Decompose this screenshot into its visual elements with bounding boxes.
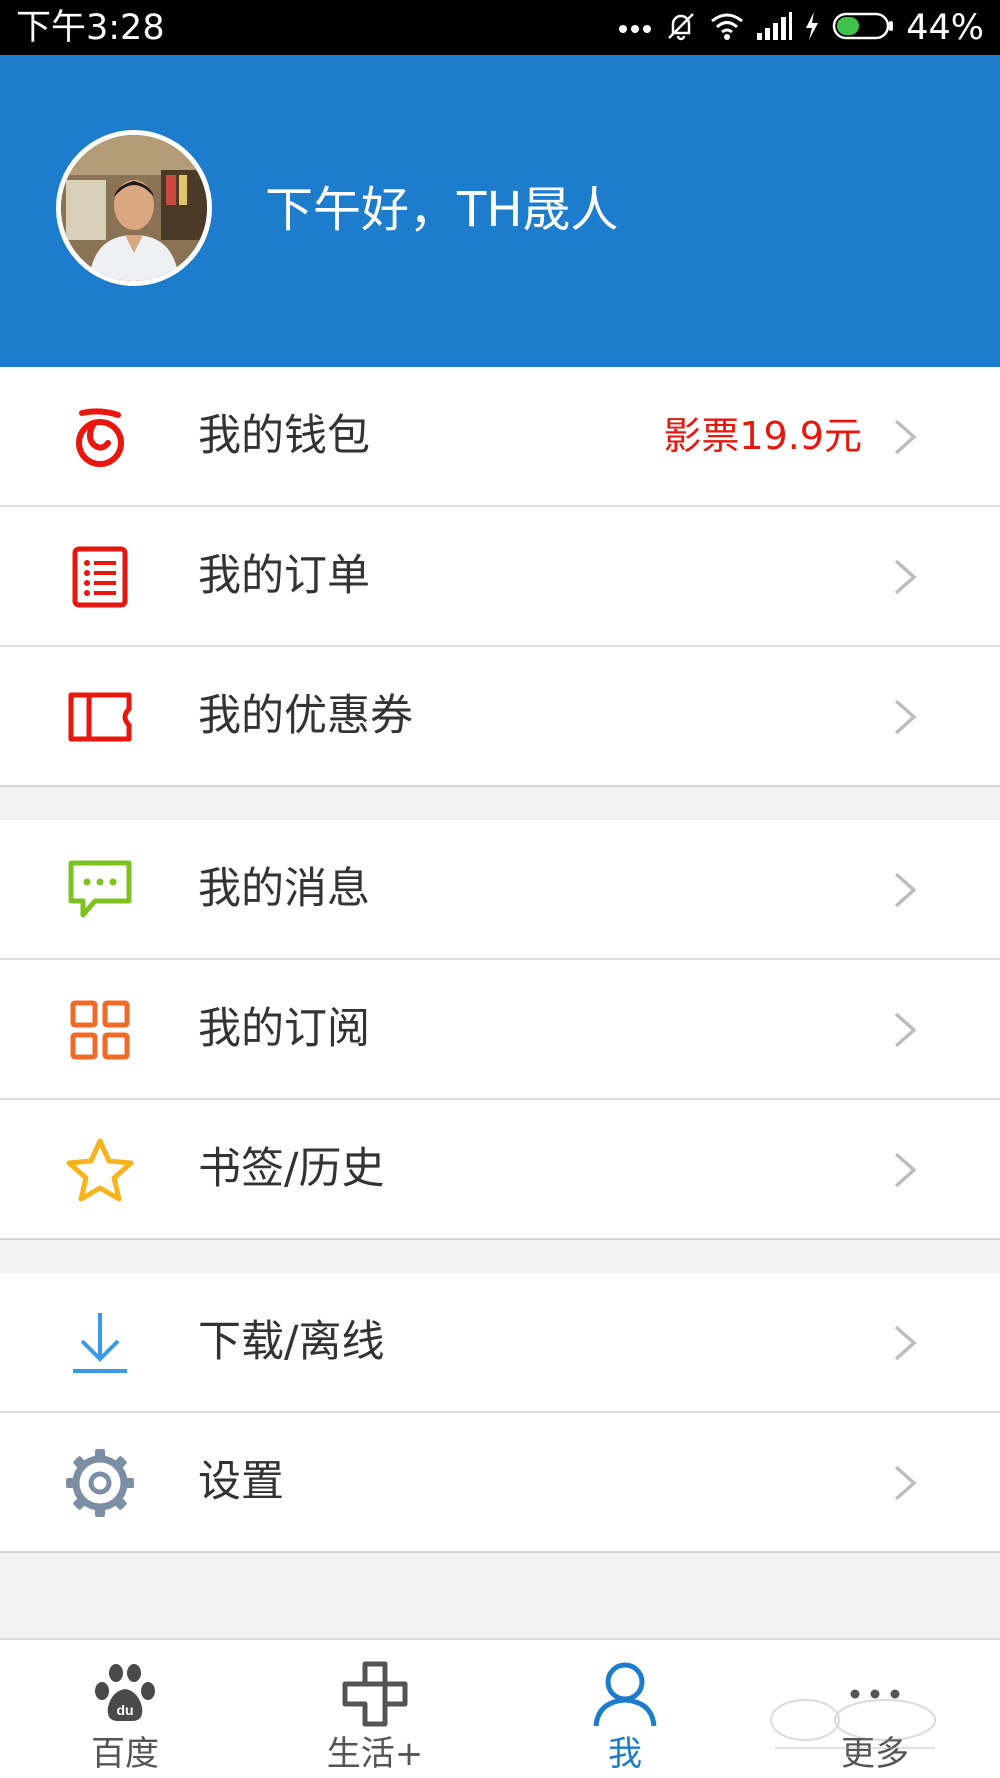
mute-bell-icon — [664, 9, 698, 47]
chevron-right-icon — [894, 699, 917, 735]
battery-icon — [832, 12, 894, 44]
list-item-label: 我的消息 — [198, 864, 370, 914]
tab-me[interactable]: 我 — [500, 1640, 750, 1778]
tab-label: 更多 — [841, 1734, 909, 1774]
tab-label: 我 — [608, 1734, 642, 1774]
charging-icon — [804, 11, 820, 45]
avatar[interactable] — [56, 130, 212, 286]
list-item-coupons[interactable]: 我的优惠券 — [0, 647, 1000, 787]
chevron-right-icon — [894, 559, 917, 595]
status-bar: 下午3:28 44% — [0, 0, 1000, 55]
more-dots-icon — [835, 1654, 915, 1734]
signal-icon — [756, 11, 793, 45]
message-icon — [62, 856, 138, 924]
list-group-content: 我的消息 我的订阅 书签/历史 — [0, 820, 1000, 1240]
list-item-label: 设置 — [198, 1457, 284, 1507]
list-item-label: 书签/历史 — [198, 1144, 385, 1194]
tab-label: 生活+ — [326, 1734, 424, 1774]
wallet-balance: 影票19.9元 — [663, 414, 862, 458]
tab-more[interactable]: 更多 — [750, 1640, 1000, 1778]
list-group-system: 下载/离线 设置 — [0, 1273, 1000, 1553]
chevron-right-icon — [894, 1012, 917, 1048]
list-item-label: 我的优惠券 — [198, 691, 413, 741]
list-item-orders[interactable]: 我的订单 — [0, 507, 1000, 647]
grid-icon — [62, 996, 138, 1064]
list-item-label: 我的订单 — [198, 551, 370, 601]
chevron-right-icon — [894, 419, 917, 455]
list-item-label: 下载/离线 — [198, 1317, 385, 1367]
list-item-settings[interactable]: 设置 — [0, 1413, 1000, 1553]
list-group-account: 我的钱包 影票19.9元 我的订单 我的优惠券 — [0, 367, 1000, 787]
svg-text:du: du — [116, 1702, 133, 1718]
list-item-label: 我的订阅 — [198, 1004, 370, 1054]
more-dots-icon — [618, 19, 652, 38]
greeting-text: 下午好，TH晟人 — [265, 182, 619, 238]
list-item-label: 我的钱包 — [198, 411, 370, 461]
battery-percent: 44% — [906, 8, 984, 48]
download-icon — [62, 1309, 138, 1377]
tab-label: 百度 — [91, 1734, 159, 1774]
list-item-downloads[interactable]: 下载/离线 — [0, 1273, 1000, 1413]
list-item-wallet[interactable]: 我的钱包 影票19.9元 — [0, 367, 1000, 507]
wallet-icon — [62, 403, 138, 471]
order-list-icon — [62, 543, 138, 611]
list-item-messages[interactable]: 我的消息 — [0, 820, 1000, 960]
chevron-right-icon — [894, 872, 917, 908]
chevron-right-icon — [894, 1325, 917, 1361]
life-plus-icon — [335, 1654, 415, 1734]
coupon-icon — [62, 683, 138, 751]
person-icon — [585, 1654, 665, 1734]
tab-baidu[interactable]: du 百度 — [0, 1640, 250, 1778]
wifi-icon — [710, 11, 744, 45]
tab-life-plus[interactable]: 生活+ — [250, 1640, 500, 1778]
list-item-bookmarks-history[interactable]: 书签/历史 — [0, 1100, 1000, 1240]
bottom-tab-bar: du 百度 生活+ 我 更多 — [0, 1638, 1000, 1778]
profile-header: 下午好，TH晟人 — [0, 55, 1000, 367]
list-item-subscriptions[interactable]: 我的订阅 — [0, 960, 1000, 1100]
gear-icon — [62, 1449, 138, 1517]
baidu-paw-icon: du — [85, 1654, 165, 1734]
star-icon — [62, 1136, 138, 1204]
status-time: 下午3:28 — [16, 8, 165, 48]
chevron-right-icon — [894, 1152, 917, 1188]
chevron-right-icon — [894, 1465, 917, 1501]
